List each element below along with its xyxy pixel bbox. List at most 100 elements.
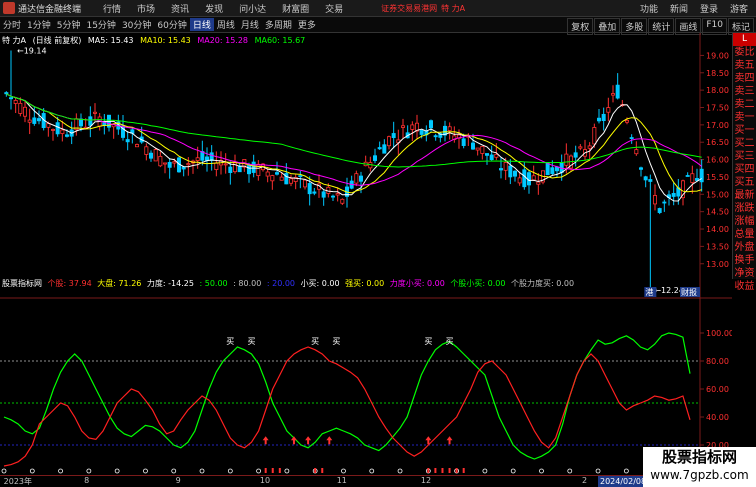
ind-field-strength-buy: 力度小买: 0.00 <box>389 279 445 288</box>
candle-body <box>162 162 167 165</box>
signal-dot <box>256 468 261 474</box>
candle-body <box>386 136 391 147</box>
price-tick-6: 16.00 <box>706 156 729 165</box>
ticker-label: 特 力A <box>2 36 27 45</box>
ind-field-smallbuy: 小买: 0.00 <box>300 279 340 288</box>
promo-ticker[interactable]: 特 力A <box>441 3 465 14</box>
candle-body <box>32 117 37 124</box>
candle-body <box>265 171 270 177</box>
price-tick-3: 17.50 <box>706 104 729 113</box>
period-60min[interactable]: 60分钟 <box>154 18 189 31</box>
candle-body <box>629 137 634 139</box>
buy-arrow-icon <box>326 436 333 445</box>
ma20-line <box>6 93 703 186</box>
candle-body <box>209 152 214 161</box>
signal-bar <box>271 468 274 473</box>
candle-body <box>508 165 513 178</box>
indicator-name: 股票指标网 <box>2 279 42 288</box>
date-tick-5: 12 <box>420 476 432 485</box>
signal-bar <box>441 468 444 473</box>
sidebar-item-0: L <box>733 33 756 46</box>
sidebar-item-13: 涨跌 <box>734 203 755 214</box>
menu-trade[interactable]: 交易 <box>317 2 351 15</box>
menu-function[interactable]: 功能 <box>634 2 664 15</box>
watermark-url: www.7gpzb.com <box>650 468 749 482</box>
menu-discover[interactable]: 发现 <box>197 2 231 15</box>
sidebar-item-15: 总量 <box>734 229 755 240</box>
menu-market[interactable]: 市场 <box>129 2 163 15</box>
signal-bar <box>448 468 451 473</box>
price-tick-8: 15.00 <box>706 190 729 199</box>
signal-dot <box>58 468 63 474</box>
market-line <box>3 332 691 460</box>
menu-guest[interactable]: 游客 <box>724 2 754 15</box>
signal-dot <box>284 468 290 474</box>
period-multi[interactable]: 多周期 <box>262 18 295 31</box>
candle-body <box>237 165 242 173</box>
menu-quotes[interactable]: 行情 <box>95 2 129 15</box>
ma-legend: 特 力A (日线 前复权) MA5: 15.43 MA10: 15.43 MA2… <box>2 35 309 46</box>
menu-ask[interactable]: 问小达 <box>231 2 274 15</box>
period-30min[interactable]: 30分钟 <box>119 18 154 31</box>
candle-body <box>480 146 485 154</box>
menu-wealth[interactable]: 财富圈 <box>274 2 317 15</box>
watermark-title: 股票指标网 <box>661 448 737 466</box>
low-price-label: ←12.24 <box>654 286 684 295</box>
signal-bar <box>321 468 324 473</box>
period-weekly[interactable]: 周线 <box>214 18 238 31</box>
ma5-label: MA5: 15.43 <box>87 36 134 45</box>
buy-label: 买 <box>446 337 454 346</box>
buy-label: 买 <box>424 337 432 346</box>
candle-body <box>148 152 153 159</box>
price-tick-12: 13.00 <box>706 260 729 269</box>
ind-field-20: : 20.00 <box>266 279 296 288</box>
sidebar-item-18: 净资 <box>734 268 755 279</box>
period-tick[interactable]: 分时 <box>0 18 24 31</box>
ind-field-stock-strength-buy: 个股力度买: 0.00 <box>511 279 575 288</box>
sidebar-item-1: 委比 <box>734 47 755 58</box>
candle-body <box>587 145 592 149</box>
signal-dot <box>29 468 35 474</box>
price-tick-5: 16.50 <box>706 138 729 147</box>
candle-body <box>340 198 345 204</box>
candle-body <box>167 161 172 168</box>
watermark: 股票指标网 www.7gpzb.com <box>643 447 756 487</box>
signal-dot <box>199 468 205 474</box>
sidebar-item-17: 换手 <box>734 255 755 266</box>
period-daily[interactable]: 日线 <box>189 18 214 31</box>
candle-body <box>522 169 527 188</box>
ma60-label: MA60: 15.67 <box>254 36 306 45</box>
signal-dot <box>369 468 375 474</box>
candle-body <box>690 173 695 183</box>
candle-body <box>181 166 186 170</box>
candle-body <box>447 126 452 131</box>
candle-body <box>648 179 653 182</box>
ind-field-strength: 力度: -14.25 <box>146 279 194 288</box>
candle-body <box>498 168 503 171</box>
period-monthly[interactable]: 月线 <box>238 18 262 31</box>
stock-line <box>3 346 691 467</box>
menu-login[interactable]: 登录 <box>694 2 724 15</box>
candle-body <box>37 118 42 122</box>
period-more[interactable]: 更多 <box>295 18 319 31</box>
buy-arrow-icon <box>262 436 269 445</box>
ind-field-strongbuy: 强买: 0.00 <box>345 279 385 288</box>
signal-bar <box>434 468 437 473</box>
menu-news[interactable]: 资讯 <box>163 2 197 15</box>
candle-body <box>419 130 424 135</box>
candle-body <box>358 175 363 182</box>
ind-field-stock-buy: 个股小买: 0.00 <box>450 279 506 288</box>
period-15min[interactable]: 15分钟 <box>83 18 118 31</box>
promo-link[interactable]: 证券交易易港网 <box>381 3 437 14</box>
ma10-label: MA10: 15.43 <box>140 36 191 45</box>
candle-body <box>22 106 27 117</box>
period-5min[interactable]: 5分钟 <box>54 18 84 31</box>
period-1min[interactable]: 1分钟 <box>24 18 54 31</box>
candle-body <box>134 144 139 148</box>
candle-body <box>606 107 611 113</box>
candle-body <box>55 122 60 135</box>
candle-body <box>662 201 667 204</box>
menu-newsflash[interactable]: 新闻 <box>664 2 694 15</box>
buy-label: 买 <box>248 337 256 346</box>
candlestick-chart[interactable]: 19.00 18.50 18.00 17.50 17.00 16.50 16.00 15.50… <box>0 33 732 475</box>
